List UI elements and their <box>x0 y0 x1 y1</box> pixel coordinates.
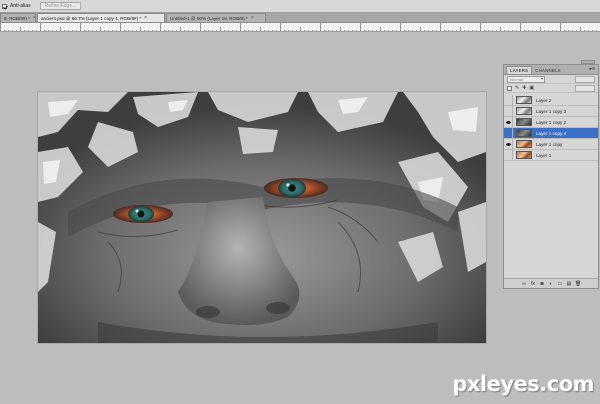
group-icon[interactable]: ▭ <box>557 281 563 287</box>
layer-list: Layer 2 Layer 1 copy 3 Layer 1 copy 2 Layer… <box>504 94 598 161</box>
opacity-field[interactable] <box>575 75 595 83</box>
layer-name: Layer 1 copy 3 <box>536 108 567 114</box>
horizontal-ruler[interactable] <box>0 23 600 32</box>
trash-icon[interactable]: 🗑 <box>575 281 581 287</box>
blend-row: Normal <box>504 75 598 84</box>
blend-mode-select[interactable]: Normal <box>507 75 545 83</box>
anti-alias-label: Anti-alias <box>10 3 31 9</box>
document-tab-3[interactable]: Untitled-1 @ 50% (Layer 16, RGB/8) * × <box>166 13 266 22</box>
ruler-ticks <box>0 23 597 31</box>
tab-channels[interactable]: CHANNELS <box>532 66 564 74</box>
layer-name: Layer 2 <box>536 97 552 103</box>
layer-row[interactable]: Layer 1 copy 4 <box>504 127 598 139</box>
panel-collapse-bar[interactable] <box>581 60 595 64</box>
layer-row[interactable]: Layer 1 copy <box>504 138 598 150</box>
close-icon[interactable]: × <box>33 15 35 21</box>
document-tab-label: 8, RGB/8#) * <box>4 15 31 21</box>
fill-field[interactable] <box>575 84 595 92</box>
layer-name: Layer 1 copy 4 <box>536 130 567 136</box>
visibility-toggle[interactable] <box>504 94 513 106</box>
refine-edge-button[interactable]: Refine Edge... <box>39 2 82 10</box>
layer-row[interactable]: Layer 1 copy 2 <box>504 116 598 128</box>
visibility-toggle[interactable] <box>504 127 513 139</box>
eye-icon <box>506 99 511 102</box>
fx-icon[interactable]: fx <box>530 281 536 287</box>
layers-panel-tabs: LAYERS CHANNELS ▸≡ <box>504 65 598 75</box>
layer-name: Layer 1 <box>536 152 552 158</box>
layer-thumbnail <box>516 140 532 148</box>
adjustment-icon[interactable]: ◐ <box>548 281 554 287</box>
face-artwork <box>38 92 486 343</box>
new-layer-icon[interactable]: ▤ <box>566 281 572 287</box>
eye-icon <box>505 120 511 124</box>
layer-thumbnail <box>516 107 532 115</box>
eye-icon <box>505 142 511 146</box>
close-icon[interactable]: × <box>144 15 147 21</box>
document-tab-bar: 8, RGB/8#) * × ancient.psd @ 66.7% (Laye… <box>0 13 600 23</box>
lock-brush-icon[interactable]: ✎ <box>515 85 519 91</box>
panel-menu-icon[interactable]: ▸≡ <box>590 67 595 72</box>
layer-row[interactable]: Layer 2 <box>504 94 598 106</box>
layer-row[interactable]: Layer 1 <box>504 149 598 161</box>
document-tab-label: Untitled-1 @ 50% (Layer 16, RGB/8) * <box>170 15 248 21</box>
canvas-image[interactable] <box>38 92 486 343</box>
visibility-toggle[interactable] <box>504 138 513 150</box>
layer-thumbnail <box>516 129 532 137</box>
layer-name: Layer 1 copy <box>536 141 563 147</box>
layer-row[interactable]: Layer 1 copy 3 <box>504 105 598 117</box>
lock-all-icon[interactable]: ▣ <box>529 85 534 91</box>
link-layers-icon[interactable]: ∞ <box>521 281 527 287</box>
eye-icon <box>506 132 511 135</box>
layer-thumbnail <box>516 118 532 126</box>
layer-thumbnail <box>516 151 532 159</box>
lock-transparent-icon[interactable] <box>507 85 512 91</box>
anti-alias-checkbox[interactable] <box>2 3 7 9</box>
eye-icon <box>506 154 511 157</box>
visibility-toggle[interactable] <box>504 149 513 161</box>
layers-panel: LAYERS CHANNELS ▸≡ Normal ✎ ✚ ▣ Layer 2L… <box>503 60 599 289</box>
visibility-toggle[interactable] <box>504 116 513 128</box>
mask-icon[interactable]: ◙ <box>539 281 545 287</box>
tab-layers[interactable]: LAYERS <box>506 66 533 74</box>
eye-icon <box>506 110 511 113</box>
document-tab-2[interactable]: ancient.psd @ 66.7% (Layer 1 copy 4, RGB… <box>37 13 165 22</box>
lock-row: ✎ ✚ ▣ <box>504 84 598 93</box>
close-icon[interactable]: × <box>251 15 254 21</box>
document-tab-label: ancient.psd @ 66.7% (Layer 1 copy 4, RGB… <box>41 15 142 21</box>
options-bar: Anti-alias Refine Edge... <box>0 0 600 13</box>
visibility-toggle[interactable] <box>504 105 513 117</box>
lock-move-icon[interactable]: ✚ <box>522 85 526 91</box>
document-tab-1[interactable]: 8, RGB/8#) * × <box>0 13 36 22</box>
layer-name: Layer 1 copy 2 <box>536 119 567 125</box>
layer-thumbnail <box>516 96 532 104</box>
watermark-logo: pxleyes.com <box>452 372 594 396</box>
layers-panel-footer: ∞ fx ◙ ◐ ▭ ▤ 🗑 <box>504 278 598 288</box>
